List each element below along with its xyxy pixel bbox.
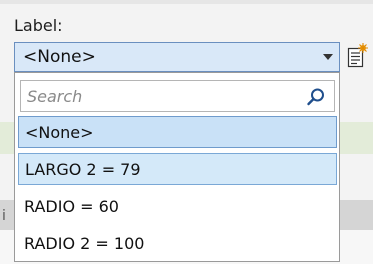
background-strip (0, 0, 373, 4)
label-combobox[interactable]: <None> (14, 42, 340, 72)
option-label: RADIO = 60 (24, 196, 119, 216)
option-label: <None> (25, 122, 94, 142)
chevron-down-icon[interactable] (323, 54, 333, 60)
option-label: RADIO 2 = 100 (24, 233, 145, 253)
option-radio[interactable]: RADIO = 60 (18, 190, 337, 222)
combobox-value: <None> (23, 47, 96, 67)
dropdown-list: <None> LARGO 2 = 79 RADIO = 60 RADIO 2 =… (14, 72, 340, 262)
option-none[interactable]: <None> (18, 116, 337, 148)
field-label: Label: (14, 16, 63, 35)
option-label: LARGO 2 = 79 (25, 159, 141, 179)
background-text-fragment: i (2, 208, 6, 224)
new-label-icon[interactable] (347, 43, 369, 69)
search-box[interactable] (20, 80, 335, 112)
search-icon[interactable] (306, 87, 326, 107)
option-largo-2[interactable]: LARGO 2 = 79 (18, 153, 337, 185)
option-radio-2[interactable]: RADIO 2 = 100 (18, 227, 337, 259)
search-input[interactable] (27, 83, 297, 109)
